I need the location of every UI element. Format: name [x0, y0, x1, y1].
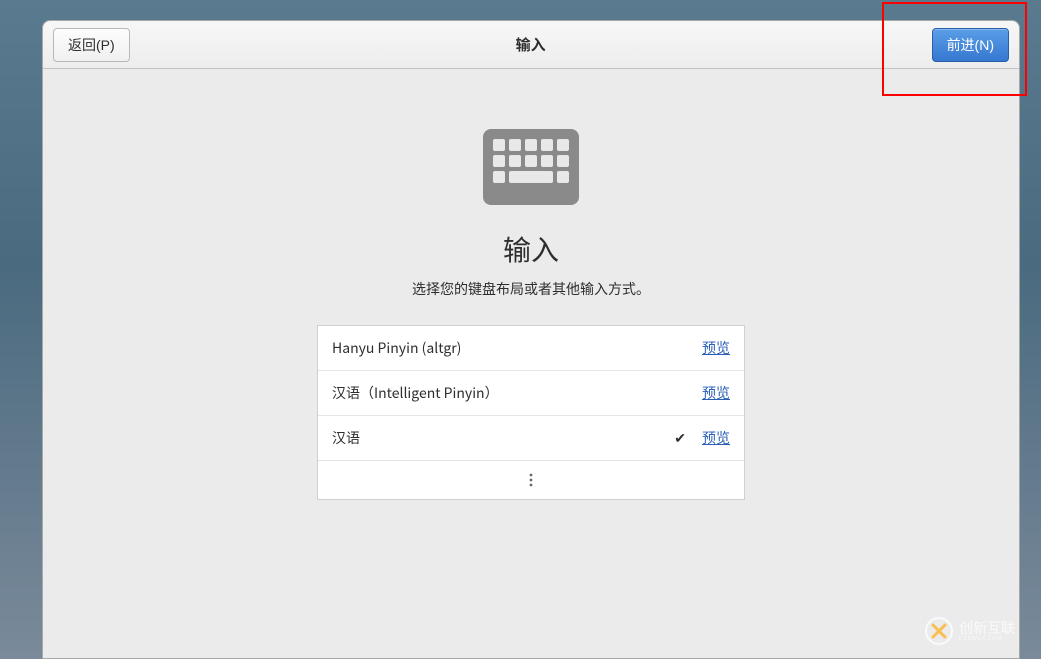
input-method-list: Hanyu Pinyin (altgr) 预览 汉语（Intelligent P… [317, 325, 745, 500]
setup-window: 返回(P) 输入 前进(N) 输入 选择您的键盘布局 [42, 20, 1020, 659]
input-method-label: Hanyu Pinyin (altgr) [332, 338, 702, 358]
watermark: 创新互联 CDXWCX.COM [925, 617, 1015, 645]
next-button[interactable]: 前进(N) [932, 28, 1009, 62]
input-method-label: 汉语 [332, 428, 674, 448]
input-method-label: 汉语（Intelligent Pinyin） [332, 383, 702, 403]
checkmark-icon: ✔ [674, 428, 686, 448]
preview-link[interactable]: 预览 [702, 338, 730, 358]
keyboard-icon [483, 129, 579, 205]
list-item[interactable]: 汉语 ✔ 预览 [318, 416, 744, 461]
watermark-logo-icon [925, 617, 953, 645]
header-title: 输入 [130, 34, 932, 55]
preview-link[interactable]: 预览 [702, 428, 730, 448]
content-area: 输入 选择您的键盘布局或者其他输入方式。 Hanyu Pinyin (altgr… [43, 69, 1019, 658]
more-button[interactable] [318, 461, 744, 499]
list-item[interactable]: 汉语（Intelligent Pinyin） 预览 [318, 371, 744, 416]
more-icon [525, 473, 537, 487]
header-bar: 返回(P) 输入 前进(N) [43, 21, 1019, 69]
back-button[interactable]: 返回(P) [53, 28, 130, 62]
list-item[interactable]: Hanyu Pinyin (altgr) 预览 [318, 326, 744, 371]
page-subtitle: 选择您的键盘布局或者其他输入方式。 [412, 279, 650, 299]
preview-link[interactable]: 预览 [702, 383, 730, 403]
watermark-sub: CDXWCX.COM [959, 635, 1015, 641]
page-heading: 输入 [503, 229, 559, 269]
